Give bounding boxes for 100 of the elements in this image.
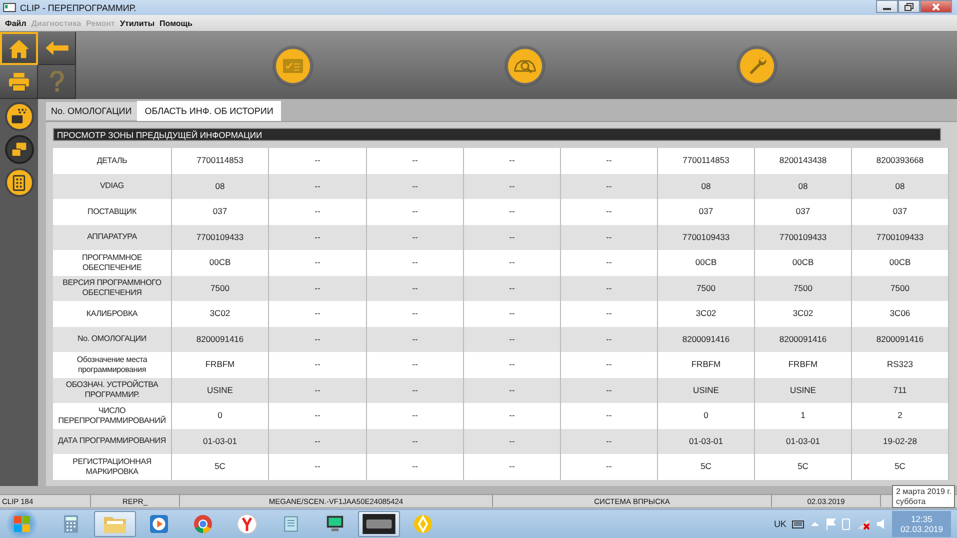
print-button[interactable] — [0, 65, 38, 99]
tab[interactable]: ОБЛАСТЬ ИНФ. ОБ ИСТОРИИ — [136, 101, 282, 121]
printer-icon — [8, 72, 30, 92]
menu-item[interactable]: Утилиты — [120, 18, 155, 28]
back-button[interactable] — [38, 32, 76, 65]
table-cell: -- — [269, 454, 367, 480]
table-cell: RS323 — [852, 352, 949, 378]
table-cell: -- — [464, 224, 561, 250]
section-header: ПРОСМОТР ЗОНЫ ПРЕДЫДУЩЕЙ ИНФОРМАЦИИ — [53, 128, 941, 141]
close-icon — [931, 2, 941, 10]
table-cell: -- — [269, 326, 367, 352]
table-cell: 5C — [172, 454, 269, 480]
table-cell: -- — [269, 403, 367, 428]
table-cell: 01-03-01 — [755, 428, 852, 454]
table-cell: -- — [464, 250, 561, 276]
table-cell: -- — [561, 276, 658, 301]
table-cell: -- — [269, 428, 367, 454]
menu-item[interactable]: Файл — [5, 18, 26, 28]
table-cell: -- — [464, 428, 561, 454]
table-cell: 7500 — [172, 276, 269, 301]
table-cell: 7700114853 — [658, 148, 755, 174]
row-label: VDIAG — [53, 174, 172, 199]
table-cell: -- — [269, 224, 367, 250]
table-cell: 5C — [658, 454, 755, 480]
network-icon[interactable] — [856, 518, 870, 530]
clip-app-icon — [362, 514, 396, 534]
table-cell: 00CB — [658, 250, 755, 276]
row-label: Обозначение места программирования — [53, 352, 172, 378]
windows-logo-icon — [12, 514, 32, 534]
table-cell: 7500 — [852, 276, 949, 301]
table-cell: -- — [269, 199, 367, 224]
car-search-button[interactable] — [506, 46, 544, 84]
keypad-button[interactable] — [4, 168, 34, 197]
table-cell: 3C02 — [658, 301, 755, 326]
tab[interactable]: No. ОМОЛОГАЦИИ — [46, 102, 137, 120]
table-cell: 08 — [172, 174, 269, 199]
question-mark-icon — [50, 70, 64, 92]
table-cell: USINE — [172, 378, 269, 403]
row-label: ДЕТАЛЬ — [53, 148, 172, 174]
play-icon — [150, 515, 168, 533]
table-cell: -- — [561, 454, 658, 480]
table-cell: 037 — [658, 199, 755, 224]
messages-button[interactable] — [4, 135, 34, 164]
table-cell: 5C — [755, 454, 852, 480]
minimize-button[interactable] — [876, 0, 898, 13]
computer-icon — [325, 515, 345, 533]
taskbar-app[interactable] — [358, 511, 400, 537]
table-cell: -- — [367, 428, 464, 454]
table-cell: -- — [464, 301, 561, 326]
home-icon — [8, 38, 30, 58]
table-cell: -- — [367, 326, 464, 352]
table-cell: 7500 — [658, 276, 755, 301]
table-cell: -- — [269, 174, 367, 199]
table-cell: FRBFM — [172, 352, 269, 378]
table-cell: 8200091416 — [755, 326, 852, 352]
table-cell: 8200393668 — [852, 148, 949, 174]
table-cell: FRBFM — [755, 352, 852, 378]
menu-item[interactable]: Помощь — [160, 18, 192, 28]
table-cell: -- — [269, 301, 367, 326]
date-tooltip: 2 марта 2019 г. суббота — [892, 485, 956, 508]
wrench-button[interactable] — [738, 46, 776, 84]
table-cell: 08 — [755, 174, 852, 199]
table-cell: -- — [561, 326, 658, 352]
checklist-button[interactable] — [274, 46, 312, 84]
table-cell: -- — [367, 174, 464, 199]
table-cell: -- — [367, 199, 464, 224]
restore-button[interactable] — [898, 0, 920, 13]
language-indicator[interactable]: UK — [774, 519, 786, 529]
table-cell: 00CB — [852, 250, 949, 276]
table-cell: 7700109433 — [658, 224, 755, 250]
table-cell: 5C — [852, 454, 949, 480]
table-cell: 00CB — [172, 250, 269, 276]
table-cell: -- — [464, 199, 561, 224]
browser-icon — [193, 514, 213, 534]
keyboard-icon[interactable] — [792, 519, 804, 529]
car-search-icon — [513, 58, 537, 74]
checklist-icon — [283, 58, 303, 72]
table-cell: -- — [269, 250, 367, 276]
home-button[interactable] — [0, 32, 38, 65]
table-cell: 1 — [755, 403, 852, 428]
window-title: CLIP - ПЕРЕПРОГРАММИР. — [20, 2, 138, 12]
table-cell: -- — [269, 378, 367, 403]
close-button[interactable] — [920, 0, 952, 13]
table-cell: 7700114853 — [172, 148, 269, 174]
row-label: ЧИСЛО ПЕРЕПРОГРАММИРОВАНИЙ — [53, 403, 172, 428]
table-cell: 711 — [852, 378, 949, 403]
y-logo-icon — [237, 514, 257, 534]
table-cell: -- — [367, 378, 464, 403]
table-cell: 08 — [852, 174, 949, 199]
row-label: ОБОЗНАЧ. УСТРОЙСТВА ПРОГРАММИР. — [53, 378, 172, 403]
row-label: ПРОГРАММНОЕ ОБЕСПЕЧЕНИЕ — [53, 250, 172, 276]
table-cell: -- — [561, 199, 658, 224]
table-cell: -- — [464, 174, 561, 199]
row-label: ВЕРСИЯ ПРОГРАММНОГО ОБЕСПЕЧЕНИЯ — [53, 276, 172, 301]
chip-button[interactable] — [4, 102, 34, 131]
table-cell: -- — [367, 250, 464, 276]
table-cell: FRBFM — [658, 352, 755, 378]
table-cell: -- — [464, 352, 561, 378]
table-cell: 7700109433 — [755, 224, 852, 250]
table-cell: 7700109433 — [172, 224, 269, 250]
